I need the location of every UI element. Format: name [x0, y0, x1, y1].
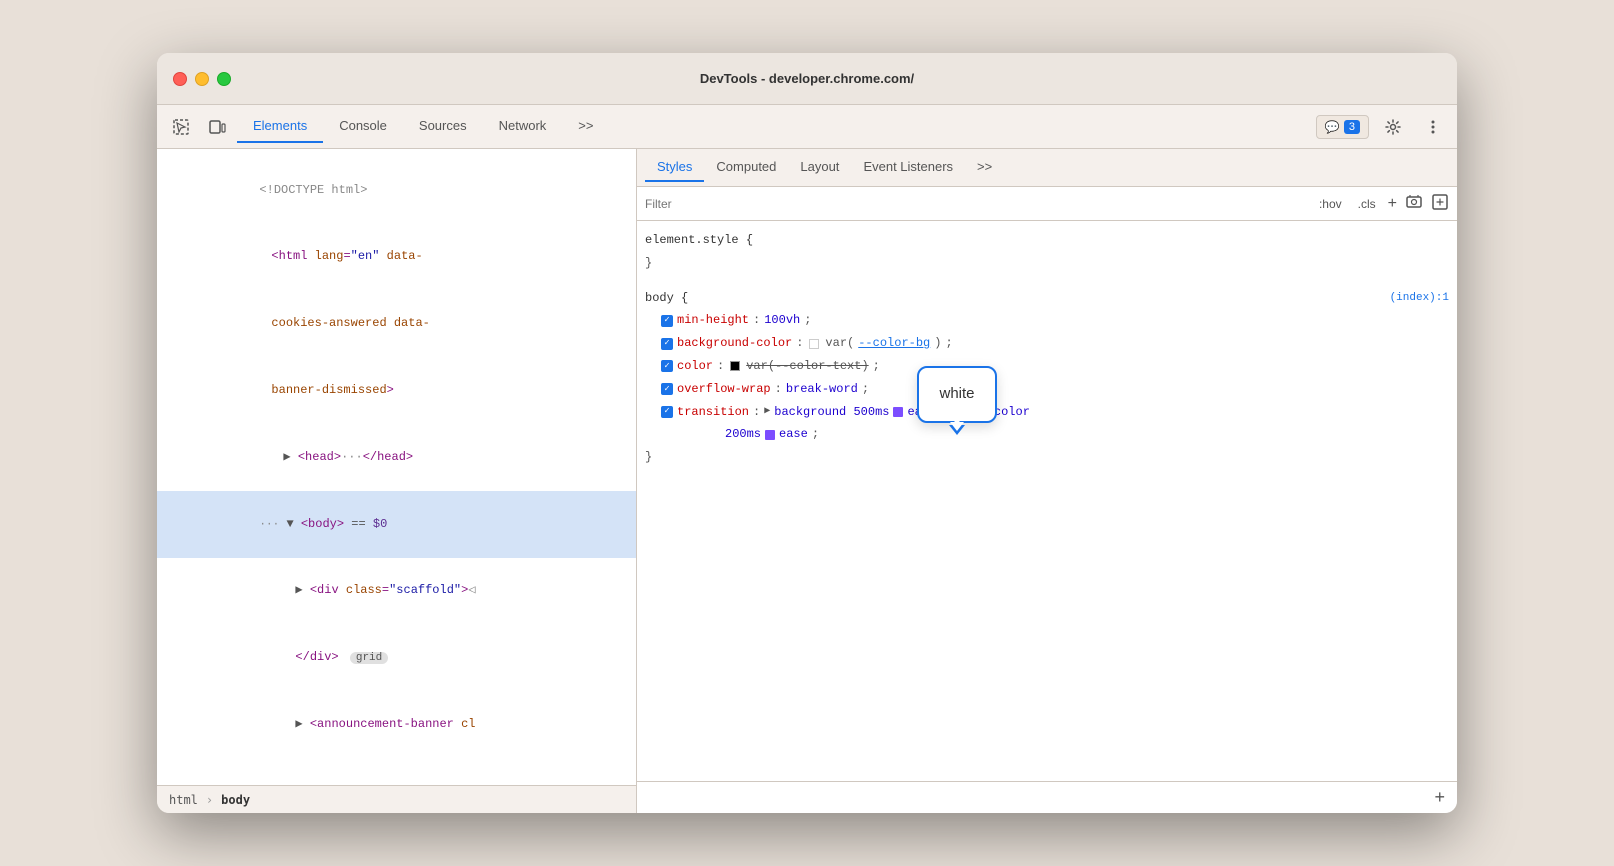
breadcrumb-body[interactable]: body — [221, 793, 250, 807]
tab-network[interactable]: Network — [483, 110, 563, 143]
prop-transition: transition : ▶ background 500ms ease-in-… — [645, 401, 1449, 424]
dom-div-close: </div> grid — [157, 625, 636, 692]
dom-html-tag[interactable]: <html lang="en" data- — [157, 224, 636, 291]
tooltip-arrow-inner — [950, 422, 964, 431]
cls-button[interactable]: .cls — [1354, 195, 1380, 213]
more-options-icon[interactable] — [1417, 111, 1449, 143]
transition-expand-arrow[interactable]: ▶ — [764, 402, 770, 421]
close-button[interactable] — [173, 72, 187, 86]
styles-content[interactable]: element.style { } body { (index):1 min-h… — [637, 221, 1457, 781]
element-style-selector: element.style { — [645, 229, 1449, 252]
prop-background-color: background-color : var(--color-bg) ; — [645, 332, 1449, 355]
tab-styles[interactable]: Styles — [645, 153, 704, 182]
console-icon: 💬 — [1325, 120, 1340, 134]
breadcrumb: html › body — [157, 785, 636, 813]
main-tabs: Elements Console Sources Network >> — [237, 110, 1312, 143]
prop-value-bg-color-pre: var( — [825, 332, 854, 355]
add-style-rule-button[interactable]: + — [1434, 787, 1445, 808]
dom-body[interactable]: ··· ▼ <body> == $0 — [157, 491, 636, 558]
dom-banner[interactable]: ▶ <announcement-banner cl — [157, 692, 636, 759]
dom-div-scaffold[interactable]: ▶ <div class="scaffold">◁ — [157, 558, 636, 625]
prop-name-overflow-wrap: overflow-wrap — [677, 378, 771, 401]
title-bar: DevTools - developer.chrome.com/ — [157, 53, 1457, 105]
styles-screenshot-icon[interactable] — [1405, 193, 1423, 214]
minimize-button[interactable] — [195, 72, 209, 86]
styles-toolbar-icons: + — [1388, 193, 1449, 214]
styles-footer: + — [637, 781, 1457, 813]
prop-min-height: min-height : 100vh ; — [645, 309, 1449, 332]
devtools-body: Elements Console Sources Network >> 💬 3 — [157, 105, 1457, 813]
prop-overflow-wrap: overflow-wrap : break-word ; — [645, 378, 1449, 401]
dom-doctype: <!DOCTYPE html> — [157, 157, 636, 224]
tab-layout[interactable]: Layout — [788, 153, 851, 182]
tab-styles-more[interactable]: >> — [965, 153, 1004, 182]
tab-event-listeners[interactable]: Event Listeners — [851, 153, 965, 182]
dom-panel-wrapper: <!DOCTYPE html> <html lang="en" data- co… — [157, 149, 637, 813]
inspect-element-icon[interactable] — [165, 111, 197, 143]
prop-transition-cont: 200ms ease ; — [645, 423, 1449, 446]
tab-computed[interactable]: Computed — [704, 153, 788, 182]
checkbox-overflow-wrap[interactable] — [661, 383, 673, 395]
prop-value-bg-color-post: ) — [934, 332, 941, 355]
color-tooltip: white — [917, 366, 997, 423]
checkbox-min-height[interactable] — [661, 315, 673, 327]
checkbox-color[interactable] — [661, 360, 673, 372]
maximize-button[interactable] — [217, 72, 231, 86]
styles-tabs: Styles Computed Layout Event Listeners >… — [637, 149, 1457, 187]
styles-filter-toolbar: :hov .cls + — [637, 187, 1457, 221]
prop-value-min-height: 100vh — [764, 309, 800, 332]
checkbox-bg-color[interactable] — [661, 338, 673, 350]
settings-icon[interactable] — [1377, 111, 1409, 143]
dom-html-tag-cont: cookies-answered data- — [157, 291, 636, 358]
color-swatch-text[interactable] — [730, 361, 740, 371]
dom-tree[interactable]: <!DOCTYPE html> <html lang="en" data- co… — [157, 149, 636, 785]
checkbox-transition[interactable] — [661, 406, 673, 418]
styles-filter-input[interactable] — [645, 197, 1307, 211]
console-badge-count: 3 — [1344, 120, 1360, 134]
dom-html-tag-cont2: banner-dismissed> — [157, 357, 636, 424]
body-rule: body { (index):1 min-height : 100vh ; — [645, 287, 1449, 469]
traffic-lights — [173, 72, 231, 86]
styles-panel: Styles Computed Layout Event Listeners >… — [637, 149, 1457, 813]
devtools-window: DevTools - developer.chrome.com/ Element… — [157, 53, 1457, 813]
main-content: <!DOCTYPE html> <html lang="en" data- co… — [157, 149, 1457, 813]
bg-color-swatch[interactable] — [809, 339, 819, 349]
window-title: DevTools - developer.chrome.com/ — [700, 71, 914, 86]
prop-color: color : var(--color-text) ; — [645, 355, 1449, 378]
rule-origin[interactable]: (index):1 — [1390, 288, 1449, 309]
styles-expand-icon[interactable] — [1431, 193, 1449, 214]
plus-state-icon[interactable]: + — [1388, 195, 1397, 213]
tab-sources[interactable]: Sources — [403, 110, 483, 143]
tab-more[interactable]: >> — [562, 110, 609, 143]
prop-value-transition4: ease — [779, 423, 808, 446]
prop-name-color: color — [677, 355, 713, 378]
toolbar-right: 💬 3 — [1316, 111, 1449, 143]
prop-value-overflow-wrap: break-word — [786, 378, 858, 401]
prop-value-color: var(--color-text) — [746, 355, 868, 378]
dom-head[interactable]: ▶ <head>···</head> — [157, 424, 636, 491]
prop-value-transition3: 200ms — [725, 423, 761, 446]
breadcrumb-html[interactable]: html — [169, 793, 198, 807]
device-toolbar-icon[interactable] — [201, 111, 233, 143]
tooltip-text: white — [939, 385, 974, 402]
prop-link-color-bg[interactable]: --color-bg — [858, 332, 930, 355]
dom-banner-attr1: "cookie-banner hairline — [157, 758, 636, 785]
console-badge-button[interactable]: 💬 3 — [1316, 115, 1369, 139]
main-toolbar: Elements Console Sources Network >> 💬 3 — [157, 105, 1457, 149]
prop-name-bg-color: background-color — [677, 332, 792, 355]
tab-elements[interactable]: Elements — [237, 110, 323, 143]
prop-name-transition: transition — [677, 401, 749, 424]
element-style-rule: element.style { } — [645, 229, 1449, 275]
body-selector: body { — [645, 287, 688, 310]
hov-button[interactable]: :hov — [1315, 195, 1346, 213]
ease-checkbox[interactable] — [765, 430, 775, 440]
ease-in-out-checkbox[interactable] — [893, 407, 903, 417]
prop-value-transition: background 500ms — [774, 401, 889, 424]
body-rule-close: } — [645, 446, 1449, 469]
prop-name-min-height: min-height — [677, 309, 749, 332]
element-style-close: } — [645, 252, 1449, 275]
tab-console[interactable]: Console — [323, 110, 403, 143]
